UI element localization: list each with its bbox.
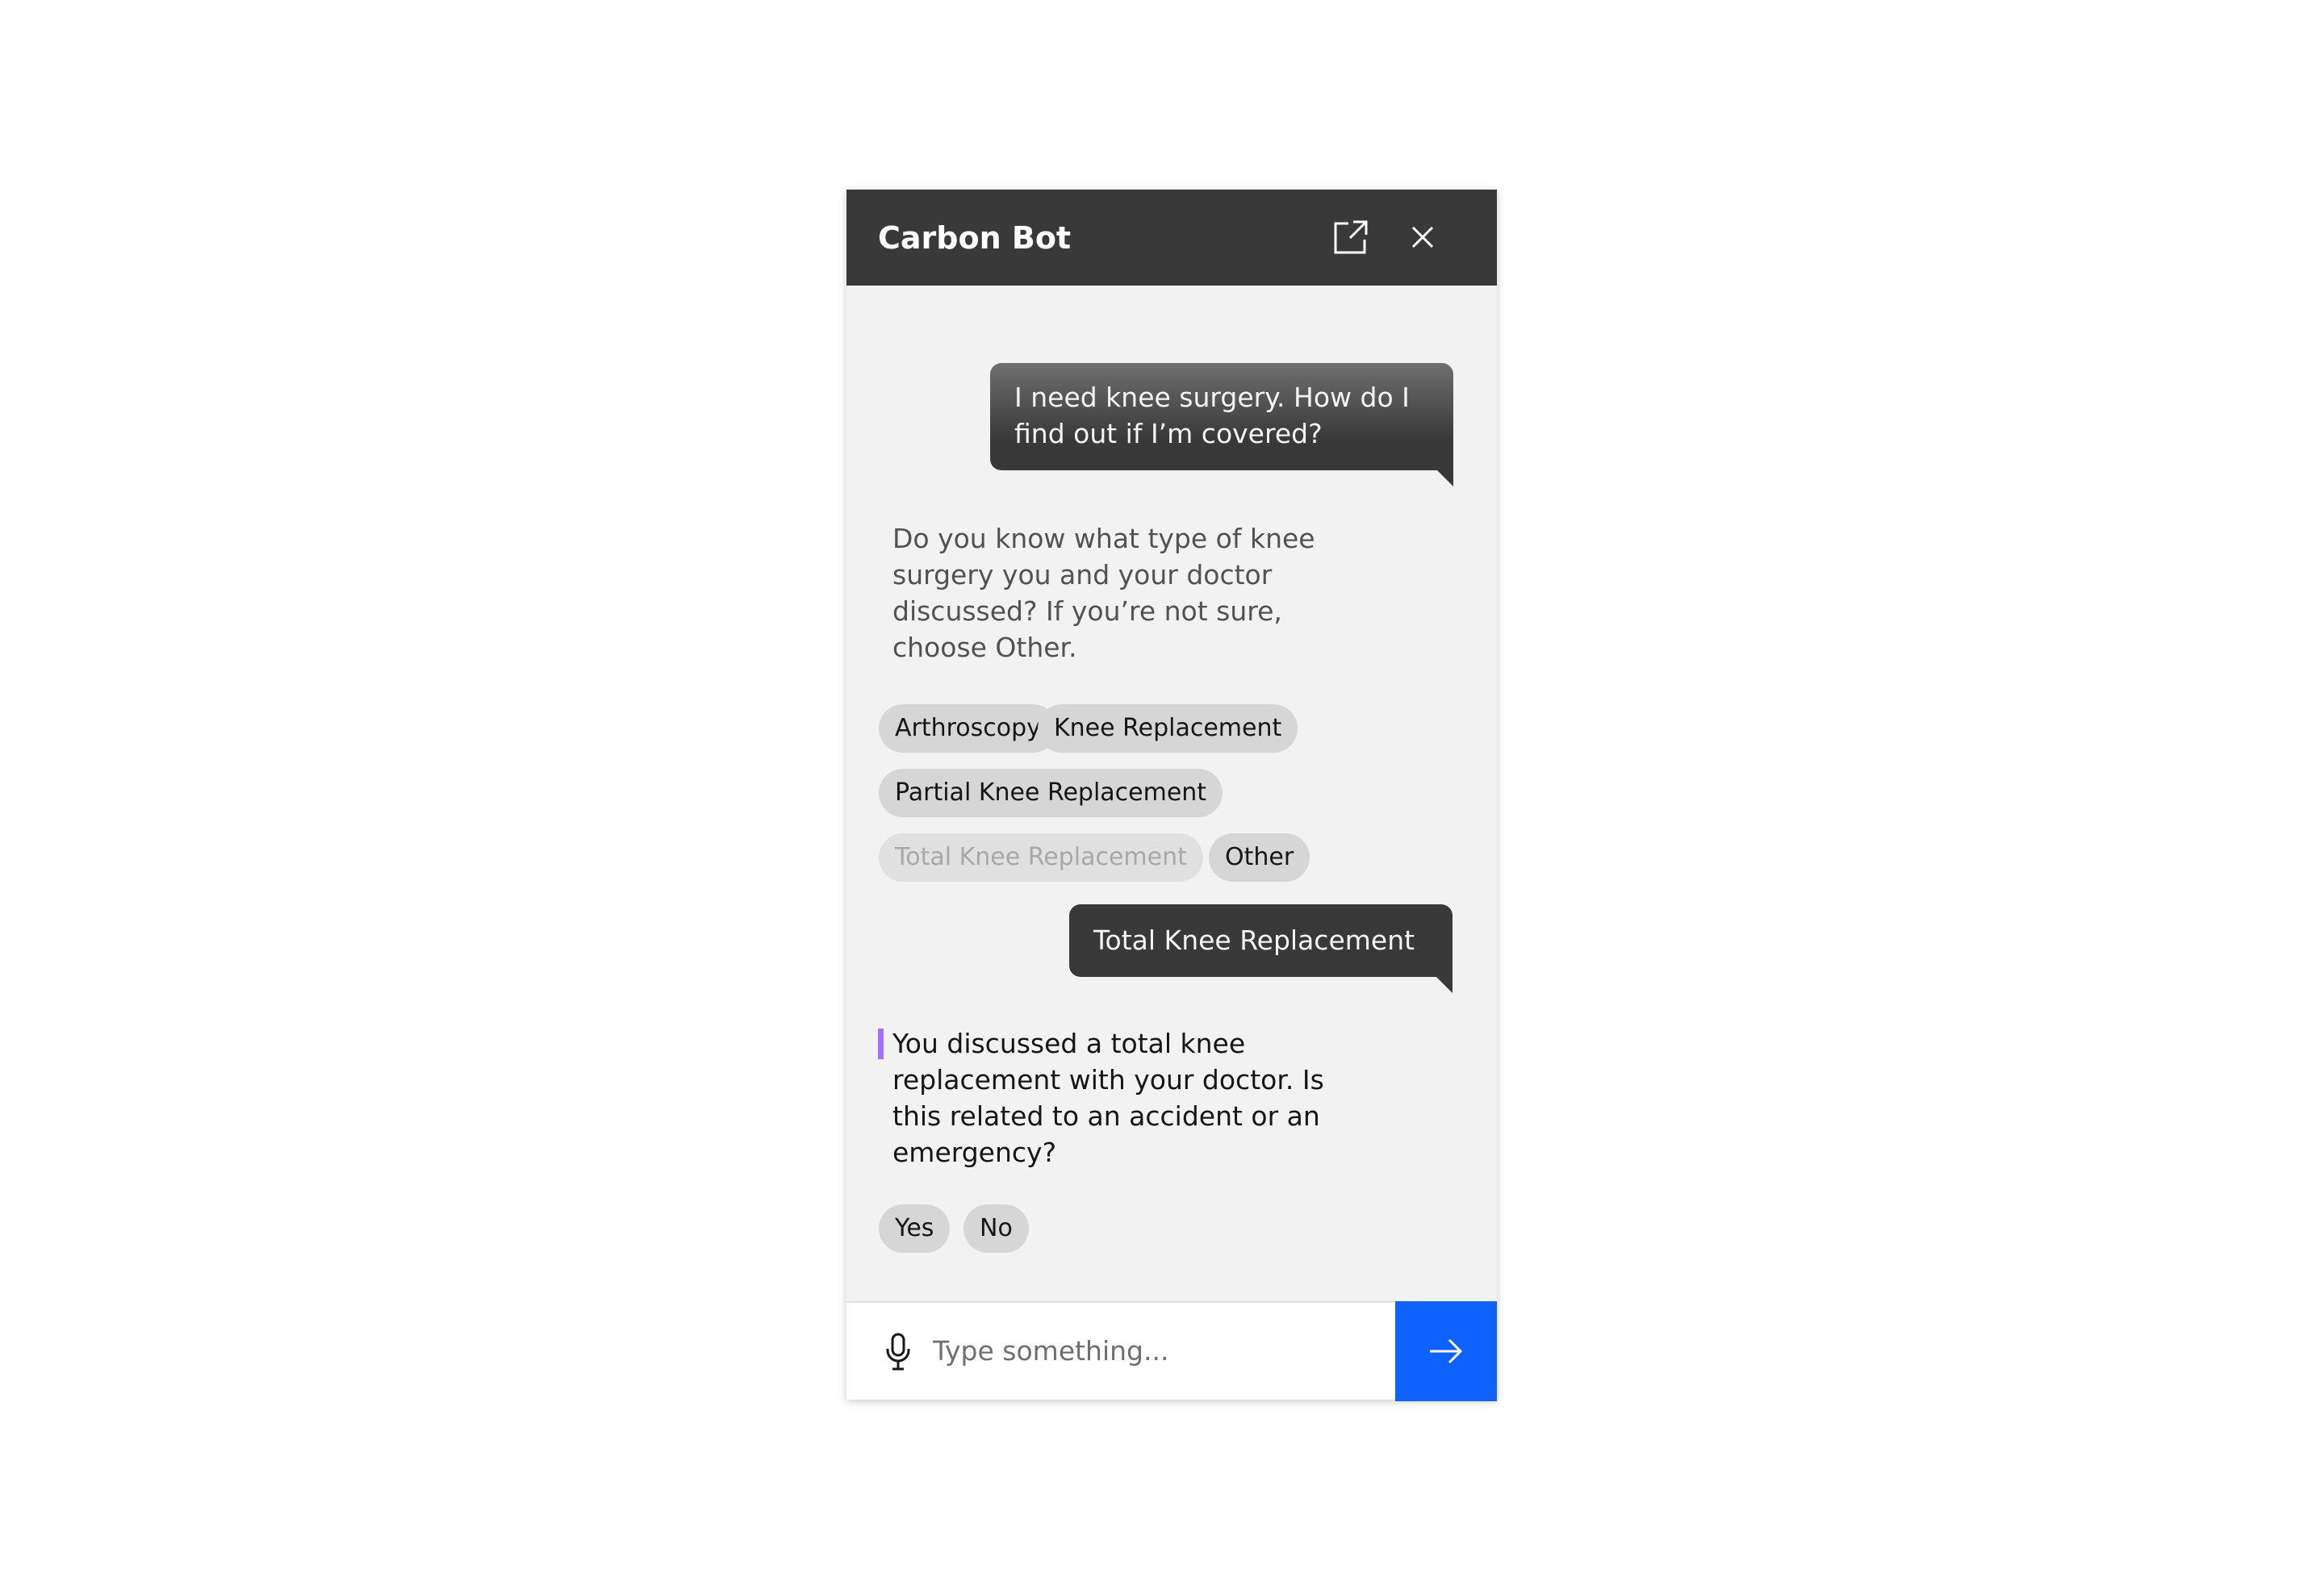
message-input-bar: [846, 1301, 1497, 1401]
bot-message: Do you know what type of knee surgery yo…: [892, 523, 1315, 663]
chat-window: Carbon Bot I need knee surgery. How do I…: [846, 190, 1497, 1401]
chat-header: Carbon Bot: [846, 190, 1497, 286]
user-message: I need knee surgery. How do I find out i…: [990, 363, 1453, 486]
bot-message: You discussed a total knee replacement w…: [892, 1028, 1324, 1168]
message-input[interactable]: [933, 1324, 1385, 1377]
popout-button[interactable]: [1327, 214, 1374, 261]
user-message: Total Knee Replacement: [1069, 904, 1452, 993]
message-accent-bar: [878, 1029, 884, 1059]
microphone-icon: [886, 1333, 910, 1371]
microphone-button[interactable]: [882, 1332, 914, 1372]
send-button[interactable]: [1395, 1301, 1497, 1401]
option-chip-partial-knee-replacement[interactable]: Partial Knee Replacement: [879, 769, 1223, 817]
option-chip-total-knee-replacement: Total Knee Replacement: [879, 833, 1203, 882]
close-button[interactable]: [1399, 214, 1446, 261]
chat-title: Carbon Bot: [878, 220, 1072, 256]
launch-icon: [1334, 220, 1368, 254]
option-chip-yes[interactable]: Yes: [879, 1204, 951, 1253]
option-chip-arthroscopy[interactable]: Arthroscopy: [879, 704, 1057, 753]
option-chip-no[interactable]: No: [963, 1204, 1029, 1253]
arrow-right-icon: [1430, 1338, 1463, 1364]
option-chip-knee-replacement[interactable]: Knee Replacement: [1038, 704, 1298, 753]
close-icon: [1411, 226, 1434, 248]
option-chip-other[interactable]: Other: [1209, 833, 1310, 882]
